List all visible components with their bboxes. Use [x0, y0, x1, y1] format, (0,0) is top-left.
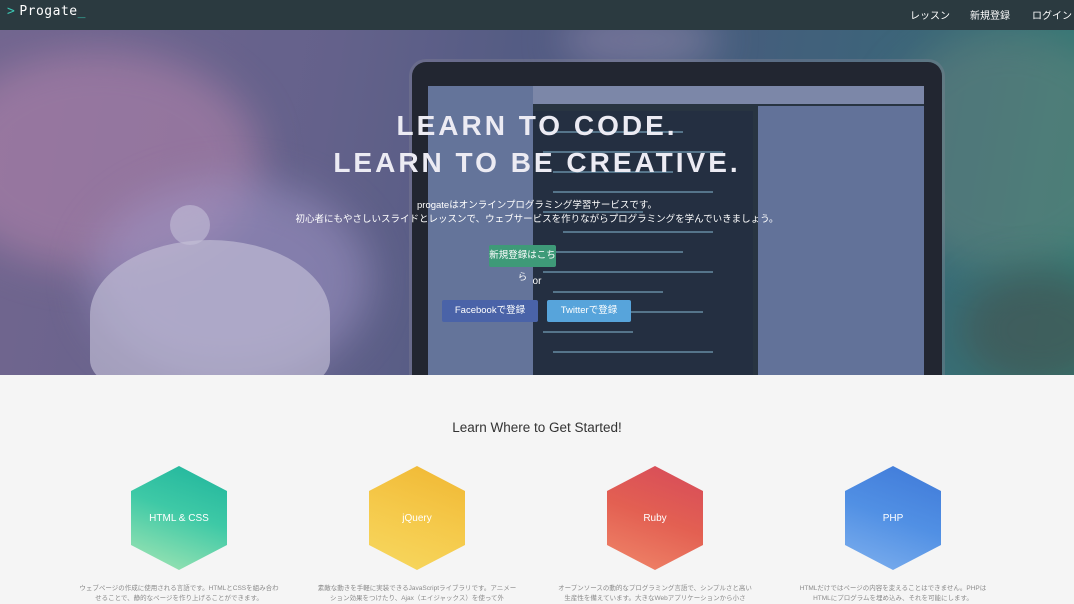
nav-link-lessons[interactable]: レッスン: [910, 7, 950, 22]
courses-title: Learn Where to Get Started!: [452, 420, 622, 435]
hex-icon[interactable]: Ruby: [607, 466, 703, 570]
nav-link-login[interactable]: ログイン: [1032, 7, 1072, 22]
course-description: HTMLだけではページの内容を変えることはできません。PHPはHTMLにプログラ…: [799, 585, 987, 602]
hero-description-2: 初心者にもやさしいスライドとレッスンで、ウェブサービスを作りながらプログラミング…: [295, 214, 779, 225]
course-name: HTML & CSS: [149, 512, 209, 524]
or-separator: or: [532, 276, 542, 287]
nav-link-signup[interactable]: 新規登録: [970, 7, 1010, 22]
signup-button[interactable]: 新規登録はこちら: [489, 245, 556, 283]
course-name: PHP: [882, 512, 904, 524]
hero-description-1: progateはオンラインプログラミング学習サービスです。: [417, 200, 657, 211]
chevron-icon: >: [7, 4, 16, 19]
progate-logo[interactable]: > Progate_: [7, 4, 86, 19]
course-name: Ruby: [643, 512, 667, 524]
top-nav: > Progate_ レッスン 新規登録 ログイン: [0, 0, 1074, 30]
hex-icon[interactable]: PHP: [845, 466, 941, 570]
hex-icon[interactable]: HTML & CSS: [131, 466, 227, 570]
facebook-signup-button[interactable]: Facebookで登録: [442, 300, 538, 322]
course-description: オープンソースの動的なプログラミング言語で、シンプルさと高い生産性を備えています…: [558, 585, 752, 602]
course-name: jQuery: [402, 512, 432, 524]
course-description: 素敵な動きを手軽に実装できるJavaScriptライブラリです。アニメーション効…: [317, 585, 517, 602]
course-description: ウェブページの作成に使用される言語です。HTMLとCSSを組み合わせることで、静…: [79, 585, 279, 602]
hex-icon[interactable]: jQuery: [369, 466, 465, 570]
logo-text: Progate: [19, 4, 78, 19]
hero-section: LEARN TO CODE. LEARN TO BE CREATIVE. pro…: [0, 30, 1074, 375]
hero-headline-1: LEARN TO CODE.: [396, 110, 678, 141]
twitter-signup-button[interactable]: Twitterで登録: [547, 300, 631, 322]
cursor-icon: _: [77, 4, 86, 19]
hero-headline-2: LEARN TO BE CREATIVE.: [333, 147, 741, 178]
